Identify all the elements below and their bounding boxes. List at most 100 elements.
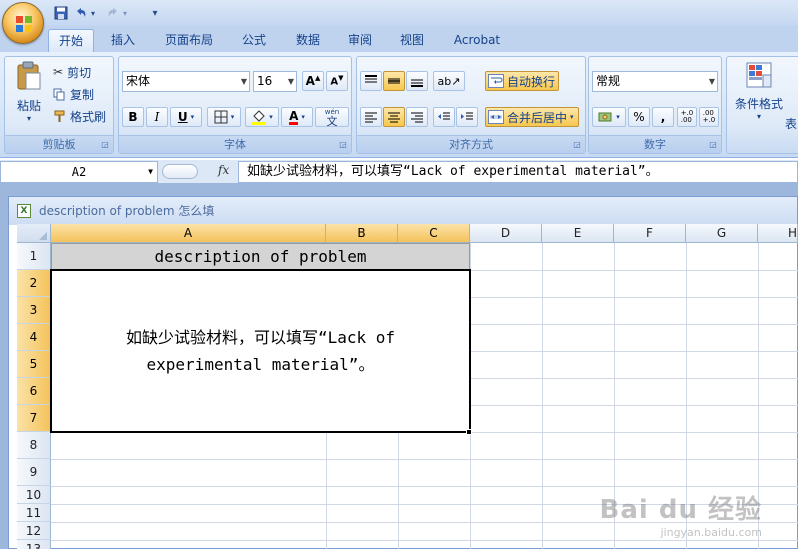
number-launcher-icon[interactable]: ◲ [708,140,718,150]
customize-toolbar-icon[interactable]: ▾ [146,4,164,22]
table-format-partial[interactable]: 表 [785,115,797,132]
underline-button[interactable]: U ▾ [170,107,202,127]
tab-page-layout[interactable]: 页面布局 [156,29,222,52]
column-header-h[interactable]: H [758,224,798,243]
shrink-font-button[interactable]: A▼ [326,71,348,91]
tab-data[interactable]: 数据 [286,29,330,52]
office-button[interactable] [2,2,44,44]
tab-review[interactable]: 审阅 [338,29,382,52]
row-header-2[interactable]: 2 [17,270,51,297]
gridline [51,459,798,460]
percent-style-button[interactable]: % [628,107,650,127]
comma-style-button[interactable]: , [652,107,674,127]
font-size-combo[interactable]: 16 ▼ [253,71,297,92]
format-painter-label: 格式刷 [70,109,107,124]
align-bottom-icon [411,79,423,87]
align-center-button[interactable] [383,107,405,127]
font-name-dropdown-icon: ▼ [240,77,247,86]
grow-font-button[interactable]: A▲ [302,71,324,91]
fill-color-button[interactable]: ▾ [245,107,279,127]
row-header-11[interactable]: 11 [17,504,51,522]
row-header-12[interactable]: 12 [17,522,51,540]
row-header-8[interactable]: 8 [17,432,51,459]
phonetic-button[interactable]: wén 文 [315,107,349,127]
font-size-dropdown-icon: ▼ [287,77,294,86]
cut-label: 剪切 [67,65,92,80]
alignment-launcher-icon[interactable]: ◲ [572,140,582,150]
name-box-value: A2 [71,165,87,179]
increase-decimal-button[interactable]: +.0 .00 [677,107,697,127]
merge-center-button[interactable]: 合并后居中 ▾ [485,107,579,127]
column-header-b[interactable]: B [326,224,398,243]
bold-button[interactable]: B [122,107,144,127]
alignment-group-label: 对齐方式 [357,135,585,153]
fill-bucket-icon [252,110,267,125]
copy-label: 复制 [70,87,95,102]
align-middle-icon [388,78,400,84]
align-left-icon [365,112,377,123]
increase-indent-icon [461,112,473,120]
tab-home[interactable]: 开始 [48,29,94,52]
redo-dropdown-icon[interactable]: ▾ [120,4,130,22]
tab-view[interactable]: 视图 [390,29,434,52]
copy-button[interactable]: 复制 [53,85,94,103]
ribbon-tabs: 开始 插入 页面布局 公式 数据 审阅 视图 Acrobat [0,26,798,52]
row-header-7[interactable]: 7 [17,405,51,432]
font-color-button[interactable]: A ▾ [281,107,313,127]
undo-dropdown-icon[interactable]: ▾ [88,4,98,22]
wrap-text-button[interactable]: 自动换行 [485,71,559,91]
tab-acrobat[interactable]: Acrobat [446,29,508,52]
name-box[interactable]: A2 ▼ [0,161,158,183]
accounting-format-button[interactable]: ▾ [592,107,626,127]
align-bottom-button[interactable] [406,71,428,91]
column-header-a[interactable]: A [51,224,326,243]
column-header-c[interactable]: C [398,224,470,243]
formula-input[interactable]: 如缺少试验材料，可以填写“Lack of experimental materi… [238,161,798,183]
conditional-formatting-button[interactable]: 条件格式 ▾ [731,61,787,133]
decrease-decimal-button[interactable]: .00 +.0 [699,107,719,127]
clipboard-launcher-icon[interactable]: ◲ [100,140,110,150]
align-left-button[interactable] [360,107,382,127]
cut-button[interactable]: ✂ 剪切 [53,63,91,81]
row-header-13[interactable]: 13 [17,540,51,549]
row-header-10[interactable]: 10 [17,486,51,504]
format-painter-button[interactable]: 格式刷 [53,107,106,125]
align-right-button[interactable] [406,107,428,127]
name-box-dropdown-icon: ▼ [148,167,153,176]
orientation-button[interactable]: ab↗ [433,71,465,91]
row-header-3[interactable]: 3 [17,297,51,324]
italic-button[interactable]: I [146,107,168,127]
paste-button[interactable]: 粘贴 ▾ [11,61,47,133]
increase-indent-button[interactable] [456,107,478,127]
row-header-1[interactable]: 1 [17,243,51,270]
number-format-combo[interactable]: 常规 ▼ [592,71,718,92]
row-header-9[interactable]: 9 [17,459,51,486]
formula-bar-expander[interactable] [162,164,198,179]
office-logo-icon [16,16,32,32]
row-header-6[interactable]: 6 [17,378,51,405]
column-header-d[interactable]: D [470,224,542,243]
decrease-indent-button[interactable] [433,107,455,127]
column-header-g[interactable]: G [686,224,758,243]
row-header-4[interactable]: 4 [17,324,51,351]
font-name-combo[interactable]: 宋体 ▼ [122,71,250,92]
fx-icon[interactable]: fx [218,163,229,177]
font-launcher-icon[interactable]: ◲ [338,140,348,150]
cell-a1[interactable]: description of problem [51,243,470,270]
comma-label: , [660,110,666,124]
tab-insert[interactable]: 插入 [100,29,146,52]
column-header-f[interactable]: F [614,224,686,243]
save-icon[interactable] [52,4,70,22]
borders-button[interactable]: ▾ [207,107,241,127]
font-group-label: 字体 [119,135,351,153]
column-header-e[interactable]: E [542,224,614,243]
align-top-button[interactable] [360,71,382,91]
row-header-5[interactable]: 5 [17,351,51,378]
fill-handle[interactable] [466,429,472,435]
align-middle-button[interactable] [383,71,405,91]
tab-formulas[interactable]: 公式 [232,29,276,52]
borders-dropdown-icon: ▾ [230,113,235,121]
font-name-value: 宋体 [126,74,151,88]
cell-a2-merged[interactable]: 如缺少试验材料，可以填写“Lack of experimental materi… [50,269,471,433]
select-all-corner[interactable] [17,224,51,243]
